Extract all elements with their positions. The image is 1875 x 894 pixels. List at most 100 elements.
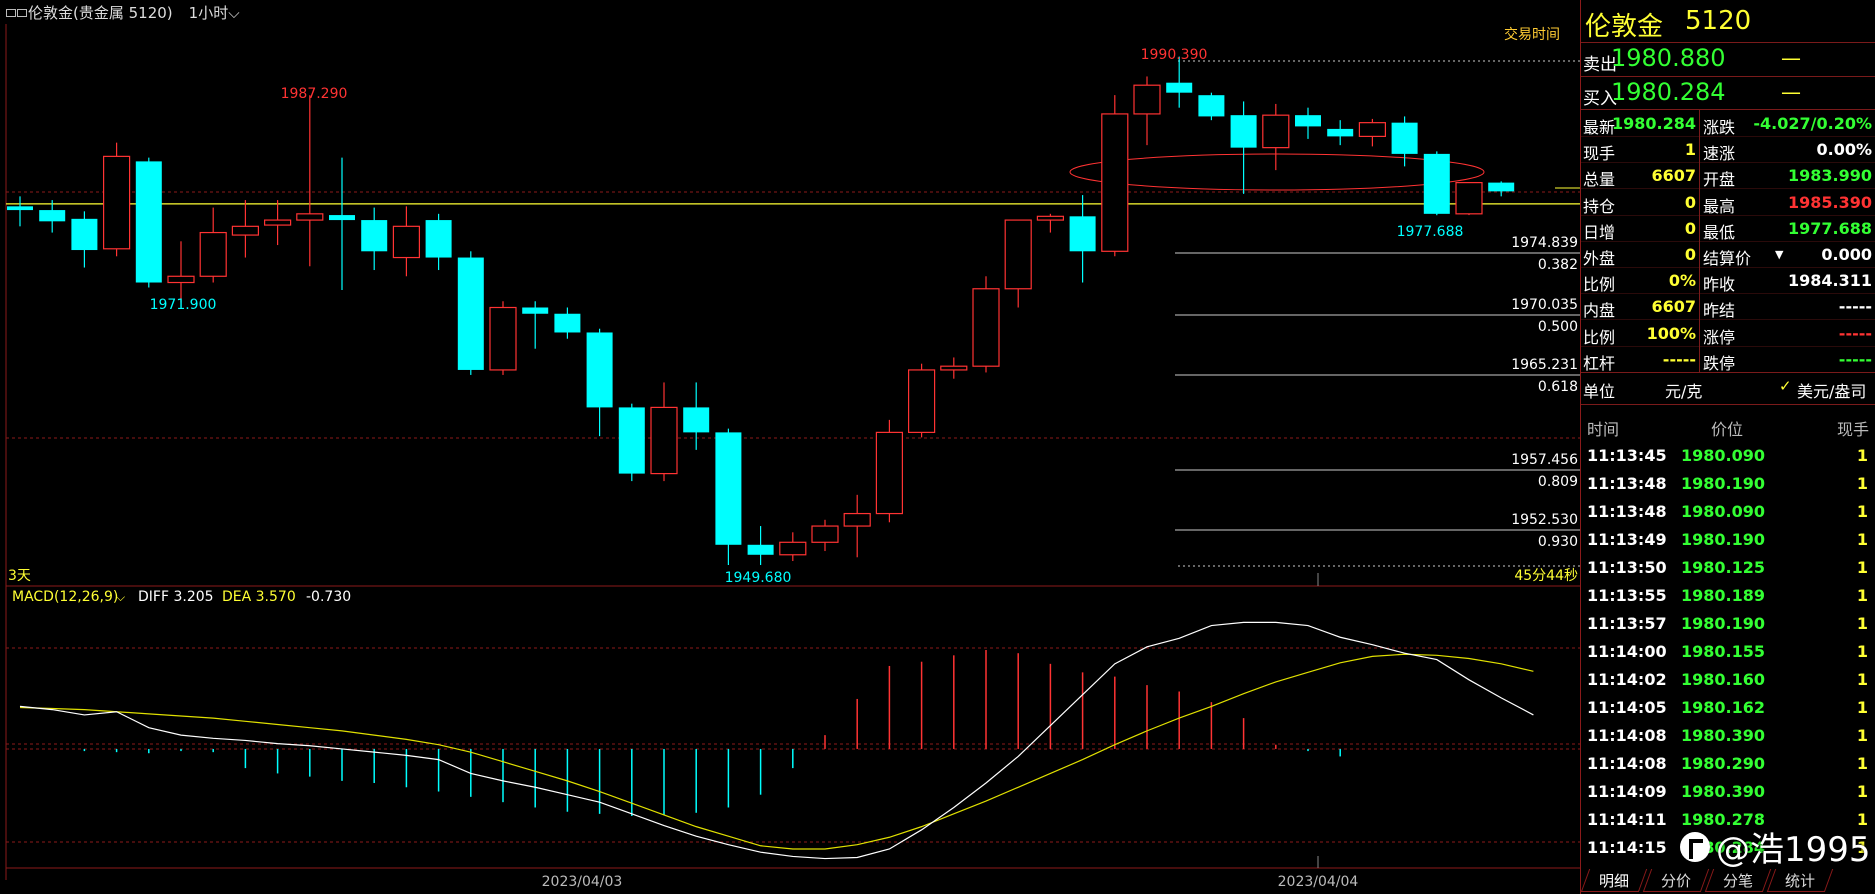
quote-field-row: 外盘 0 结算价 0.000 ▼ [1581,242,1875,268]
tick-row[interactable]: 11:13:45 1980.090 1 [1581,444,1875,470]
unit-row: 单位 元/克 ✓ 美元/盎司 [1581,374,1875,402]
sell-price: 1980.880 [1611,44,1726,72]
tick-time: 11:13:48 [1587,502,1667,521]
tick-volume: 1 [1856,670,1868,689]
unit-usd-ounce[interactable]: 美元/盎司 [1797,378,1866,402]
buy-row: 买入 1980.284 — [1581,78,1875,109]
chevron-down-icon[interactable]: ▼ [1775,248,1783,261]
candles[interactable] [7,56,1515,566]
candle [71,211,98,268]
tick-row[interactable]: 11:13:49 1980.190 1 [1581,528,1875,554]
field-value: ----- [1838,349,1872,369]
fib-ratio: 0.618 [1538,379,1578,395]
candle-body [650,406,678,475]
candle [1004,219,1032,308]
tick-time: 11:14:00 [1587,642,1667,661]
quote-field-row: 总量 6607 开盘 1983.990 [1581,163,1875,189]
candle-body [554,313,581,333]
tick-price: 1980.160 [1681,670,1766,689]
field-value: 0 [1684,245,1696,264]
high-price-label: 1990.390 [1141,47,1208,63]
tab-0[interactable]: 明细 [1580,869,1648,892]
candle-body [1488,182,1515,192]
candle-body [167,275,195,284]
macd-title: MACD(12,26,9) [12,589,118,605]
field-value: 0 [1684,192,1696,212]
candle-body [1455,182,1483,215]
tick-row[interactable]: 11:13:50 1980.125 1 [1581,556,1875,582]
quote-name: 伦敦金 [1585,12,1664,42]
tick-time: 11:14:05 [1587,698,1667,717]
tick-price: 1980.290 [1681,754,1766,773]
tick-price: 1980.090 [1681,502,1766,521]
macd-value: -0.730 [306,589,351,605]
tick-row[interactable]: 11:14:02 1980.160 1 [1581,668,1875,694]
unit-yuan-gram[interactable]: 元/克 [1665,378,1702,402]
field-label: 涨跌 [1703,118,1736,137]
candle-body [522,307,549,314]
candle [779,532,807,562]
tick-price: 1980.155 [1681,642,1766,661]
tick-row[interactable]: 11:13:57 1980.190 1 [1581,612,1875,638]
tick-row[interactable]: 11:13:55 1980.189 1 [1581,584,1875,610]
kline-chart[interactable]: 交易时间 1987.290 1971.900 1949.680 1990.390 1977… [0,0,1580,894]
tick-time: 11:14:08 [1587,754,1667,773]
field-value: 1 [1684,140,1696,160]
tick-price: 1980.190 [1681,530,1766,549]
candle [1295,107,1321,139]
tick-row[interactable]: 11:13:48 1980.190 1 [1581,472,1875,498]
fibonacci-levels [1175,252,1580,531]
tick-time: 11:13:57 [1587,614,1667,633]
buy-volume: — [1781,80,1801,104]
tab-3[interactable]: 统计 [1766,869,1834,892]
field-value: 0.00% [1816,140,1872,160]
candle-body [1069,216,1096,252]
candle [457,251,484,375]
candle [875,419,904,523]
tab-1[interactable]: 分价 [1642,869,1710,892]
quote-field-row: 杠杆 ----- 跌停 ----- [1581,347,1875,373]
candle-body [1327,128,1354,137]
candle-body [715,432,742,545]
field-value: 1980.284 [1611,114,1696,133]
candle-body [1133,84,1161,115]
diff-value: DIFF 3.205 [138,589,214,605]
tick-row[interactable]: 11:14:00 1980.155 1 [1581,640,1875,666]
field-value: 0% [1668,271,1696,291]
candle [940,357,968,379]
field-label: 日增 [1583,222,1616,242]
candle-body [135,161,162,283]
watermark-text: @浩1995 [1716,830,1871,870]
candle [747,526,774,566]
tick-row[interactable]: 11:14:08 1980.390 1 [1581,724,1875,750]
field-label: 跌停 [1703,353,1736,373]
tick-price: 1980.190 [1681,474,1766,493]
tick-row[interactable]: 11:13:48 1980.090 1 [1581,500,1875,526]
candle-body [1391,122,1418,154]
quote-field-row: 持仓 0 最高 1985.390 [1581,190,1875,216]
ticks-header: 时间 价位 现手 [1581,414,1875,439]
tick-row[interactable]: 11:14:09 1980.390 1 [1581,780,1875,806]
candle-body [457,257,484,370]
tick-row[interactable]: 11:14:08 1980.290 1 [1581,752,1875,778]
tab-label: 分价 [1661,871,1692,890]
field-value: 1984.311 [1787,271,1872,291]
candle [102,142,131,257]
candle-body [683,407,710,433]
tick-row[interactable]: 11:14:05 1980.162 1 [1581,696,1875,722]
field-label: 最新 [1583,118,1616,137]
sell-volume: — [1781,46,1801,70]
candle [1230,101,1257,194]
tick-time: 11:13:50 [1587,558,1667,577]
tab-2[interactable]: 分笔 [1704,869,1772,892]
candle [7,196,33,227]
ticks-header-volume: 现手 [1837,420,1870,439]
field-label: 杠杆 [1583,353,1616,373]
tick-time: 11:14:15 [1587,838,1667,857]
candle-body [618,407,645,474]
tab-label: 统计 [1785,871,1816,890]
tick-time: 11:13:49 [1587,530,1667,549]
candle-body [329,215,355,221]
field-value: 1985.390 [1787,192,1872,212]
candle-body [231,225,259,236]
